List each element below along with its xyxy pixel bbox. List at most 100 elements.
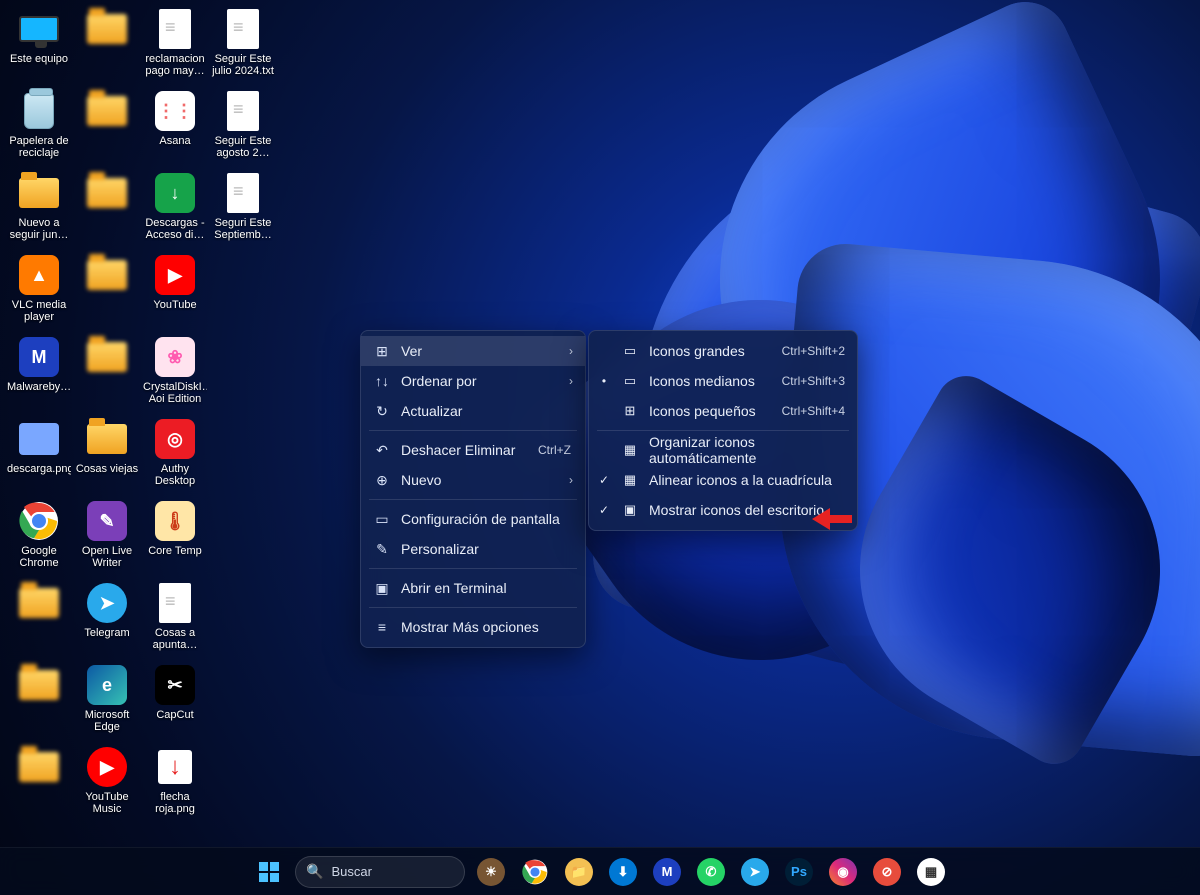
icon-label: Google Chrome (7, 545, 71, 569)
desktop-icon-youtube-music[interactable]: ▶YouTube Music (74, 744, 140, 824)
desktop-icon-reclamacion-pago[interactable]: reclamacion pago may… (142, 6, 208, 86)
taskbar-app-whatsapp[interactable]: ✆ (691, 852, 731, 892)
desktop-icon-authy[interactable]: ◎Authy Desktop (142, 416, 208, 496)
submenu-item-iconos-medianos[interactable]: •▭Iconos medianosCtrl+Shift+3 (589, 366, 857, 396)
chevron-right-icon: › (569, 473, 573, 487)
desktop-icon[interactable] (74, 334, 140, 414)
desktop-icon-telegram[interactable]: ➤Telegram (74, 580, 140, 660)
menu-item-nuevo[interactable]: ⊕Nuevo› (361, 465, 585, 495)
desktop-icon-open-live-writer[interactable]: ✎Open Live Writer (74, 498, 140, 578)
desktop-icon-capcut[interactable]: ✂CapCut (142, 662, 208, 742)
desktop-icon-nuevo-seguir[interactable]: Nuevo a seguir jun… (6, 170, 72, 250)
icon-label: Malwareby… (7, 381, 71, 393)
taskbar-app-unknown[interactable]: ▦ (911, 852, 951, 892)
nuevo-icon: ⊕ (373, 472, 391, 489)
mas-opciones-icon: ≡ (373, 619, 391, 635)
icon-label: Papelera de reciclaje (7, 135, 71, 159)
desktop-icon-asana[interactable]: ⋮⋮Asana (142, 88, 208, 168)
taskbar-app-store[interactable]: ⬇ (603, 852, 643, 892)
windows-logo-icon (259, 862, 279, 882)
submenu-item-shortcut: Ctrl+Shift+3 (782, 374, 845, 388)
taskbar-app-explorer[interactable]: 📁 (559, 852, 599, 892)
desktop-icon-youtube[interactable]: ▶YouTube (142, 252, 208, 332)
desktop-icon-vlc[interactable]: ▲VLC media player (6, 252, 72, 332)
desktop-icon[interactable] (6, 744, 72, 824)
menu-item-deshacer[interactable]: ↶Deshacer EliminarCtrl+Z (361, 435, 585, 465)
desktop-icon-papelera[interactable]: Papelera de reciclaje (6, 88, 72, 168)
actualizar-icon: ↻ (373, 403, 391, 420)
submenu-item-mostrar-iconos[interactable]: ✓▣Mostrar iconos del escritorio (589, 495, 857, 525)
desktop-icon[interactable] (74, 88, 140, 168)
taskbar-app-malwarebytes[interactable]: M (647, 852, 687, 892)
icon-label: descarga.png (7, 463, 71, 475)
menu-item-actualizar[interactable]: ↻Actualizar (361, 396, 585, 426)
abrir-terminal-icon: ▣ (373, 580, 391, 597)
submenu-item-label: Organizar iconos automáticamente (649, 434, 845, 466)
desktop-icon-descargas[interactable]: ↓Descargas - Acceso di… (142, 170, 208, 250)
desktop-icon-seguir-sept[interactable]: Seguri Este Septiemb… (210, 170, 276, 250)
desktop-icon-edge[interactable]: eMicrosoft Edge (74, 662, 140, 742)
icon-label: YouTube (153, 299, 196, 311)
desktop-icon-grid: Este equiporeclamacion pago may…Seguir E… (6, 6, 306, 824)
taskbar-app-instagram[interactable]: ◉ (823, 852, 863, 892)
icon-label: Core Temp (148, 545, 202, 557)
menu-item-label: Personalizar (401, 541, 573, 557)
desktop-icon-seguir-julio[interactable]: Seguir Este julio 2024.txt (210, 6, 276, 86)
start-button[interactable] (249, 852, 289, 892)
submenu-item-label: Iconos pequeños (649, 403, 772, 419)
deshacer-icon: ↶ (373, 442, 391, 459)
unknown-icon: ▦ (917, 858, 945, 886)
organizar-auto-icon: ▦ (621, 442, 639, 458)
instagram-icon: ◉ (829, 858, 857, 886)
icon-label: CapCut (156, 709, 193, 721)
taskbar-app-photoshop[interactable]: Ps (779, 852, 819, 892)
menu-item-ver[interactable]: ⊞Ver› (361, 336, 585, 366)
icon-label: Asana (159, 135, 190, 147)
personalizar-icon: ✎ (373, 541, 391, 558)
taskbar-app-distraction[interactable]: ⊘ (867, 852, 907, 892)
taskbar-app-telegram[interactable]: ➤ (735, 852, 775, 892)
menu-item-mas-opciones[interactable]: ≡Mostrar Más opciones (361, 612, 585, 642)
desktop-icon-core-temp[interactable]: 🌡Core Temp (142, 498, 208, 578)
menu-item-personalizar[interactable]: ✎ Personalizar (361, 534, 585, 564)
desktop-icon-cosas-viejas[interactable]: Cosas viejas (74, 416, 140, 496)
menu-item-label: Ordenar por (401, 373, 559, 389)
taskbar-search[interactable]: 🔍 Buscar (295, 856, 465, 888)
submenu-item-iconos-grandes[interactable]: ▭Iconos grandesCtrl+Shift+2 (589, 336, 857, 366)
search-icon: 🔍 (306, 863, 323, 880)
menu-item-abrir-terminal[interactable]: ▣Abrir en Terminal (361, 573, 585, 603)
icon-label: Nuevo a seguir jun… (7, 217, 71, 241)
icon-label: Descargas - Acceso di… (143, 217, 207, 241)
submenu-item-label: Iconos grandes (649, 343, 772, 359)
explorer-icon: 📁 (565, 858, 593, 886)
desktop-icon[interactable] (6, 580, 72, 660)
desktop-icon-cosas-apuntar[interactable]: Cosas a apunta… (142, 580, 208, 660)
desktop-icon[interactable] (6, 662, 72, 742)
desktop-icon[interactable] (74, 6, 140, 86)
context-submenu-ver: ▭Iconos grandesCtrl+Shift+2•▭Iconos medi… (588, 330, 858, 531)
chevron-right-icon: › (569, 344, 573, 358)
icon-label: flecha roja.png (143, 791, 207, 815)
desktop-icon-flecha-roja[interactable]: ↓flecha roja.png (142, 744, 208, 824)
desktop-icon[interactable] (74, 252, 140, 332)
taskbar-app-chrome[interactable] (515, 852, 555, 892)
icon-label: CrystalDiskI… Aoi Edition (143, 381, 207, 405)
desktop-icon-descarga-png[interactable]: descarga.png (6, 416, 72, 496)
mostrar-iconos-icon: ▣ (621, 502, 639, 518)
submenu-item-alinear-cuadricula[interactable]: ✓▦Alinear iconos a la cuadrícula (589, 465, 857, 495)
desktop-icon-este-equipo[interactable]: Este equipo (6, 6, 72, 86)
icon-label: Seguir Este agosto 2… (211, 135, 275, 159)
desktop-icon-chrome[interactable]: Google Chrome (6, 498, 72, 578)
desktop-icon-seguir-agosto[interactable]: Seguir Este agosto 2… (210, 88, 276, 168)
desktop-icon-malwarebytes[interactable]: MMalwareby… (6, 334, 72, 414)
menu-item-config-pantalla[interactable]: ▭Configuración de pantalla (361, 504, 585, 534)
desktop-icon-crystaldisk[interactable]: ❀CrystalDiskI… Aoi Edition (142, 334, 208, 414)
submenu-item-iconos-pequenos[interactable]: ⊞Iconos pequeñosCtrl+Shift+4 (589, 396, 857, 426)
desktop-icon[interactable] (74, 170, 140, 250)
icon-label: Microsoft Edge (75, 709, 139, 733)
submenu-item-label: Iconos medianos (649, 373, 772, 389)
menu-item-label: Deshacer Eliminar (401, 442, 528, 458)
menu-item-ordenar-por[interactable]: ↑↓Ordenar por› (361, 366, 585, 396)
taskbar-app-weather[interactable]: ☀ (471, 852, 511, 892)
submenu-item-organizar-auto[interactable]: ▦ Organizar iconos automáticamente (589, 435, 857, 465)
